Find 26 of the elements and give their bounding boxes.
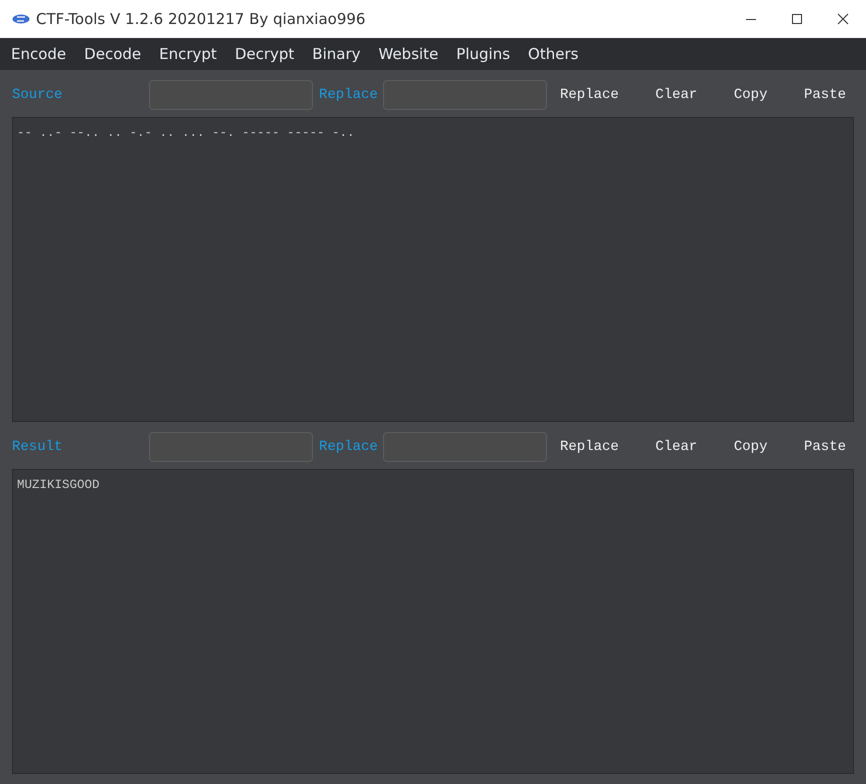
menu-item[interactable]: Binary (304, 45, 368, 63)
copy-button[interactable]: Copy (734, 83, 768, 107)
clear-button[interactable]: Clear (655, 83, 698, 107)
copy-button[interactable]: Copy (734, 435, 768, 459)
replace-label: Replace (319, 87, 379, 103)
replace-button[interactable]: Replace (560, 435, 619, 459)
replace-label: Replace (319, 439, 379, 455)
paste-button[interactable]: Paste (804, 83, 846, 107)
replace-button[interactable]: Replace (560, 83, 619, 107)
maximize-icon[interactable] (791, 13, 803, 25)
paste-button[interactable]: Paste (804, 435, 846, 459)
menu-item[interactable]: Encode (3, 45, 74, 63)
clear-button[interactable]: Clear (655, 435, 698, 459)
window-title: CTF-Tools V 1.2.6 20201217 By qianxiao996 (36, 10, 366, 28)
menu-item[interactable]: Decrypt (226, 45, 302, 63)
menu-item[interactable]: Others (520, 45, 586, 63)
menu-item[interactable]: Plugins (448, 45, 518, 63)
menu-item[interactable]: Encrypt (151, 45, 225, 63)
section-label: Result (12, 439, 64, 455)
text-area[interactable]: -- ..- --.. .. -.- .. ... --. ----- ----- -.. (12, 117, 854, 422)
app-logo-icon (12, 14, 30, 24)
text-area[interactable]: MUZIKISGOOD (12, 469, 854, 774)
close-icon[interactable] (837, 13, 849, 25)
menu-item[interactable]: Decode (76, 45, 150, 63)
section-label: Source (12, 87, 64, 103)
menu-item[interactable]: Website (370, 45, 446, 63)
